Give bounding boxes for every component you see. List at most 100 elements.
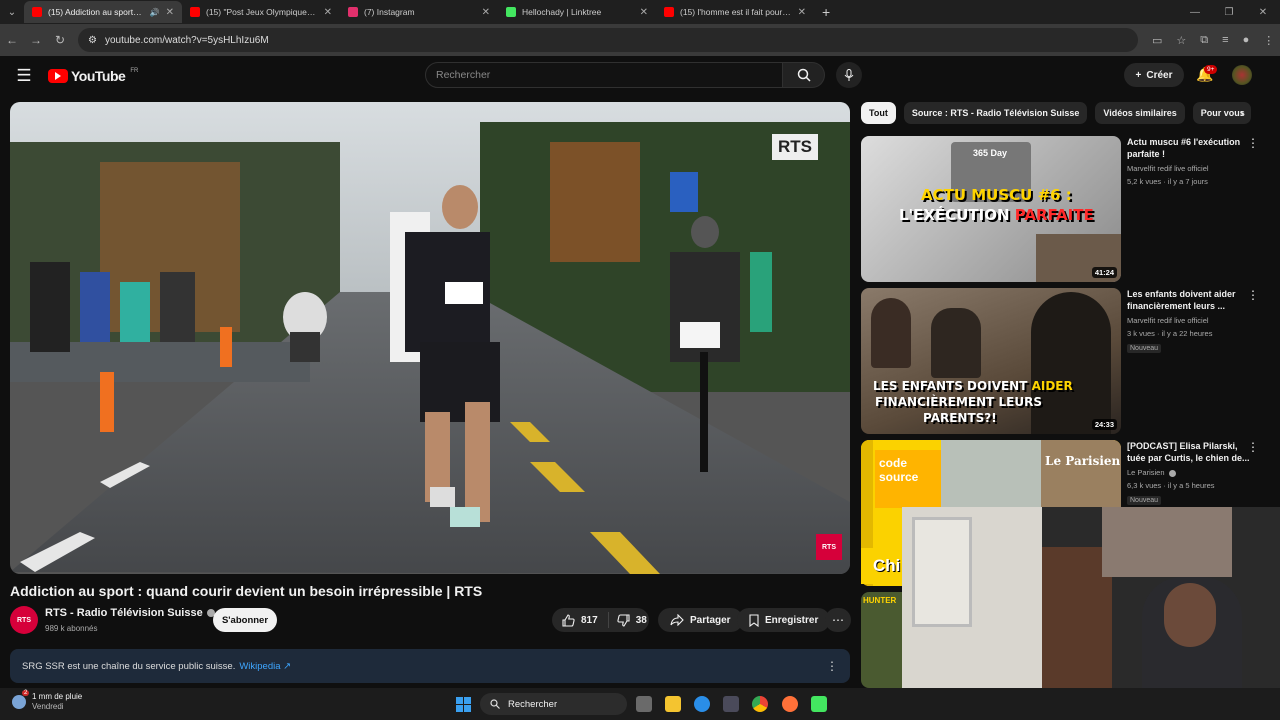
chevron-right-icon[interactable]: › bbox=[1240, 106, 1244, 120]
more-actions-icon[interactable]: ⋯ bbox=[825, 608, 851, 632]
video-player[interactable]: RTS RTS bbox=[10, 102, 850, 574]
thumbnail-headline-1: LES ENFANTS DOIVENT AIDER bbox=[873, 380, 1073, 392]
bookmark-star-icon[interactable]: ☆ bbox=[1176, 34, 1186, 47]
voice-search-button[interactable] bbox=[836, 62, 862, 88]
like-button[interactable]: 817 bbox=[552, 612, 609, 628]
subscribe-button[interactable]: S'abonner bbox=[213, 608, 277, 632]
close-tab-icon[interactable]: ✕ bbox=[482, 7, 490, 18]
tab-search-icon[interactable]: ⌄ bbox=[0, 0, 24, 24]
tab-instagram[interactable]: (7) Instagram ✕ bbox=[340, 1, 498, 23]
region-code: FR bbox=[130, 68, 139, 74]
menu-icon[interactable]: ☰ bbox=[0, 66, 48, 86]
video-title[interactable]: Actu muscu #6 l'exécution parfaite ! bbox=[1127, 136, 1255, 160]
tab-post-jeux[interactable]: (15) "Post Jeux Olympiques, la l ✕ bbox=[182, 1, 340, 23]
taskbar-search[interactable]: Rechercher bbox=[480, 693, 627, 715]
cast-icon[interactable]: ▭ bbox=[1152, 34, 1162, 47]
thumbnail-headline-2: L'EXÉCUTION PARFAITE bbox=[899, 208, 1094, 223]
rain-cloud-icon bbox=[12, 695, 26, 709]
task-view-icon[interactable] bbox=[636, 696, 652, 712]
tab-homme[interactable]: (15) l'homme est il fait pour co ✕ bbox=[656, 1, 814, 23]
related-video-2[interactable]: LES ENFANTS DOIVENT AIDER FINANCIÈREMENT… bbox=[861, 288, 1271, 434]
channel-name[interactable]: RTS - Radio Télévision Suisse bbox=[45, 607, 215, 619]
dislike-button[interactable]: 38 bbox=[609, 613, 655, 627]
new-tab-icon[interactable]: + bbox=[822, 4, 830, 20]
related-video-5-partial[interactable]: HUNTER bbox=[861, 592, 902, 688]
video-title[interactable]: [PODCAST] Elisa Pilarski, tuée par Curti… bbox=[1127, 440, 1255, 464]
info-menu-icon[interactable]: ⋮ bbox=[826, 659, 838, 673]
like-dislike-group: 817 38 bbox=[552, 608, 649, 632]
video-duration: 24:33 bbox=[1091, 419, 1117, 430]
notification-badge: 9+ bbox=[1204, 65, 1218, 74]
video-thumbnail[interactable]: LES ENFANTS DOIVENT AIDER FINANCIÈREMENT… bbox=[861, 288, 1121, 434]
thumbnail-headline-1a: LES ENFANTS DOIVENT bbox=[873, 379, 1032, 393]
search-button[interactable] bbox=[783, 62, 825, 88]
search-placeholder: Rechercher bbox=[436, 69, 491, 81]
edge-icon[interactable] bbox=[694, 696, 710, 712]
reload-icon[interactable]: ↻ bbox=[48, 33, 72, 47]
search-icon bbox=[797, 68, 811, 82]
microphone-icon bbox=[844, 68, 854, 81]
close-window-icon[interactable]: ✕ bbox=[1246, 7, 1280, 18]
video-menu-icon[interactable]: ⋮ bbox=[1247, 288, 1259, 302]
new-badge: Nouveau bbox=[1127, 344, 1162, 353]
related-video-1[interactable]: 365 Day ACTU MUSCU #6 : L'EXÉCUTION PARF… bbox=[861, 136, 1271, 282]
search-input[interactable]: Rechercher bbox=[425, 62, 783, 88]
thumbnail-headline-1: ACTU MUSCU #6 : bbox=[921, 186, 1072, 204]
user-avatar[interactable] bbox=[1232, 65, 1252, 85]
store-icon[interactable] bbox=[723, 696, 739, 712]
tab-linktree[interactable]: Hellochady | Linktree ✕ bbox=[498, 1, 656, 23]
related-video-4-partial[interactable]: Chi bbox=[861, 548, 902, 584]
channel-avatar[interactable]: RTS bbox=[10, 606, 38, 634]
code-source-tag-1: code bbox=[879, 456, 908, 470]
extensions-icon[interactable]: ⧉ bbox=[1200, 34, 1208, 47]
address-bar[interactable]: ⚙ youtube.com/watch?v=5ysHLhIzu6M bbox=[78, 28, 1138, 52]
logo-word: YouTube bbox=[71, 68, 126, 84]
windows-taskbar: 2 1 mm de pluie Vendredi Rechercher bbox=[0, 688, 1280, 720]
tab-addiction[interactable]: (15) Addiction au sport : qu 🔊 ✕ bbox=[24, 1, 182, 23]
browser-menu-icon[interactable]: ⋮ bbox=[1263, 34, 1274, 47]
firefox-icon[interactable] bbox=[782, 696, 798, 712]
chip-similar[interactable]: Vidéos similaires bbox=[1095, 102, 1185, 124]
share-button[interactable]: Partager bbox=[658, 608, 743, 632]
chip-source[interactable]: Source : RTS - Radio Télévision Suisse bbox=[903, 102, 1088, 124]
back-icon[interactable]: ← bbox=[0, 33, 24, 47]
minimize-icon[interactable]: — bbox=[1178, 7, 1212, 18]
chip-all[interactable]: Tout bbox=[861, 102, 896, 124]
forward-icon[interactable]: → bbox=[24, 33, 48, 47]
weather-badge: 2 bbox=[22, 690, 30, 696]
browser-actions: ▭ ☆ ⧉ ≡ ● ⋮ bbox=[1152, 34, 1274, 47]
save-button[interactable]: Enregistrer bbox=[737, 608, 831, 632]
taskbar-search-label: Rechercher bbox=[508, 698, 558, 710]
channel-name[interactable]: Marvelfit redif live officiel bbox=[1127, 316, 1209, 325]
profile-icon[interactable]: ● bbox=[1243, 34, 1250, 47]
video-title[interactable]: Les enfants doivent aider financièrement… bbox=[1127, 288, 1255, 312]
weather-line-1: 1 mm de pluie bbox=[32, 692, 83, 701]
video-thumbnail[interactable]: 365 Day ACTU MUSCU #6 : L'EXÉCUTION PARF… bbox=[861, 136, 1121, 282]
tab-title: (15) Addiction au sport : qu bbox=[48, 7, 144, 17]
create-button[interactable]: + Créer bbox=[1124, 63, 1184, 87]
channel-name[interactable]: Le Parisien bbox=[1127, 468, 1176, 477]
video-duration: 41:24 bbox=[1091, 267, 1117, 278]
media-icon[interactable]: ≡ bbox=[1222, 34, 1228, 47]
close-tab-icon[interactable]: ✕ bbox=[324, 7, 332, 18]
site-info-icon[interactable]: ⚙ bbox=[88, 35, 97, 46]
channel-name[interactable]: Marvelfit redif live officiel bbox=[1127, 164, 1209, 173]
weather-widget[interactable]: 2 1 mm de pluie Vendredi bbox=[12, 690, 83, 712]
video-meta: 6,3 k vues · il y a 5 heures bbox=[1127, 481, 1215, 490]
thumbnail-dog bbox=[1041, 440, 1121, 510]
wikipedia-link[interactable]: Wikipedia ↗ bbox=[239, 661, 291, 672]
video-menu-icon[interactable]: ⋮ bbox=[1247, 136, 1259, 150]
chrome-icon[interactable] bbox=[752, 696, 768, 712]
windows-start-icon[interactable] bbox=[456, 697, 471, 712]
close-tab-icon[interactable]: ✕ bbox=[640, 7, 648, 18]
maximize-icon[interactable]: ❐ bbox=[1212, 7, 1246, 18]
video-menu-icon[interactable]: ⋮ bbox=[1247, 440, 1259, 454]
close-tab-icon[interactable]: ✕ bbox=[166, 7, 174, 18]
file-explorer-icon[interactable] bbox=[665, 696, 681, 712]
close-tab-icon[interactable]: ✕ bbox=[798, 7, 806, 18]
speaker-icon[interactable]: 🔊 bbox=[150, 8, 160, 17]
video-frame-illustration bbox=[10, 102, 850, 574]
youtube-logo[interactable]: YouTube FR bbox=[48, 68, 138, 84]
app-icon[interactable] bbox=[811, 696, 827, 712]
thumbnail-person-3 bbox=[1031, 292, 1111, 434]
